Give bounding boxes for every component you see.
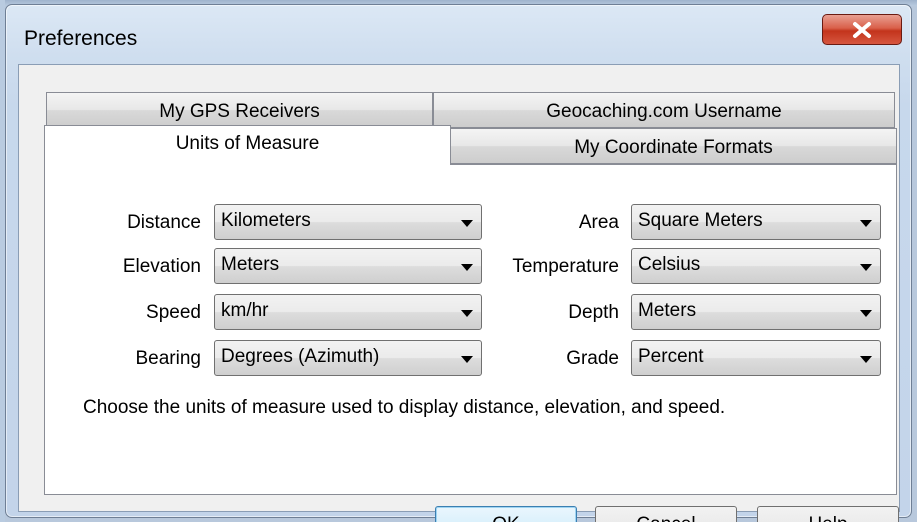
distance-value: Kilometers bbox=[221, 210, 311, 231]
grade-value: Percent bbox=[638, 346, 704, 367]
units-panel: Distance Kilometers Elevation Meters Spe… bbox=[44, 164, 897, 495]
temperature-value: Celsius bbox=[638, 254, 701, 275]
tab-label: My GPS Receivers bbox=[159, 101, 320, 122]
speed-select[interactable]: km/hr bbox=[214, 294, 482, 330]
chevron-down-icon bbox=[461, 220, 473, 227]
chevron-down-icon bbox=[461, 356, 473, 363]
close-icon bbox=[853, 21, 871, 38]
tab-my-gps-receivers[interactable]: My GPS Receivers bbox=[46, 92, 433, 128]
chevron-down-icon bbox=[860, 220, 872, 227]
tab-my-coordinate-formats[interactable]: My Coordinate Formats bbox=[450, 128, 897, 164]
temperature-label: Temperature bbox=[512, 256, 619, 277]
preferences-dialog: Preferences My GPS Receivers Geocaching.… bbox=[5, 4, 912, 522]
tab-label: My Coordinate Formats bbox=[574, 137, 773, 158]
help-button[interactable]: Help bbox=[757, 506, 899, 522]
chevron-down-icon bbox=[461, 264, 473, 271]
elevation-select[interactable]: Meters bbox=[214, 248, 482, 284]
depth-select[interactable]: Meters bbox=[631, 294, 881, 330]
depth-label: Depth bbox=[568, 302, 619, 323]
units-hint-text: Choose the units of measure used to disp… bbox=[83, 397, 726, 418]
window-title: Preferences bbox=[24, 27, 138, 50]
temperature-select[interactable]: Celsius bbox=[631, 248, 881, 284]
depth-value: Meters bbox=[638, 300, 697, 321]
dialog-client-area: My GPS Receivers Geocaching.com Username… bbox=[18, 64, 900, 522]
chevron-down-icon bbox=[860, 310, 872, 317]
bearing-label: Bearing bbox=[135, 348, 202, 369]
tab-label: Geocaching.com Username bbox=[546, 101, 782, 122]
speed-label: Speed bbox=[146, 302, 201, 323]
area-value: Square Meters bbox=[638, 210, 763, 231]
distance-label: Distance bbox=[127, 212, 201, 233]
area-label: Area bbox=[578, 212, 619, 233]
grade-label: Grade bbox=[566, 348, 619, 369]
chevron-down-icon bbox=[860, 356, 872, 363]
close-button[interactable] bbox=[822, 14, 902, 45]
chevron-down-icon bbox=[461, 310, 473, 317]
grade-select[interactable]: Percent bbox=[631, 340, 881, 376]
area-select[interactable]: Square Meters bbox=[631, 204, 881, 240]
tab-units-of-measure[interactable]: Units of Measure bbox=[44, 125, 451, 165]
elevation-value: Meters bbox=[221, 254, 280, 275]
speed-value: km/hr bbox=[221, 300, 269, 321]
distance-select[interactable]: Kilometers bbox=[214, 204, 482, 240]
tab-label: Units of Measure bbox=[175, 133, 320, 154]
bearing-value: Degrees (Azimuth) bbox=[221, 346, 380, 367]
bearing-select[interactable]: Degrees (Azimuth) bbox=[214, 340, 482, 376]
ok-button[interactable]: OK bbox=[435, 506, 577, 522]
cancel-button[interactable]: Cancel bbox=[595, 506, 737, 522]
chevron-down-icon bbox=[860, 264, 872, 271]
tab-geocaching-username[interactable]: Geocaching.com Username bbox=[433, 92, 895, 128]
elevation-label: Elevation bbox=[122, 256, 201, 277]
